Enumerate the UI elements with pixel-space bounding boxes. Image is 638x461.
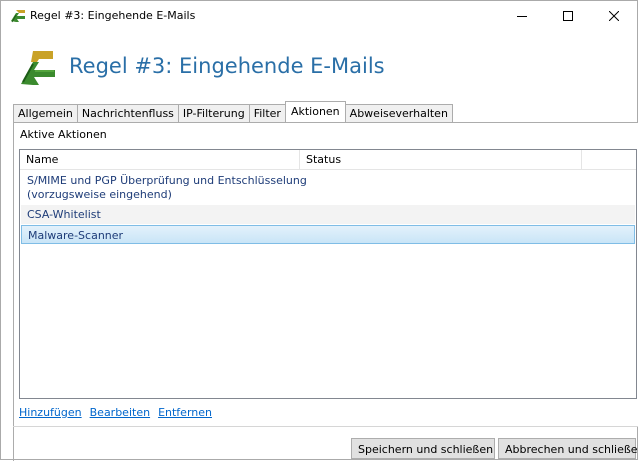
list-item-selected[interactable]: Malware-Scanner bbox=[21, 225, 635, 244]
tab-strip: Allgemein Nachrichtenfluss IP-Filterung … bbox=[13, 101, 453, 122]
section-label: Aktive Aktionen bbox=[20, 128, 107, 141]
close-icon bbox=[609, 11, 619, 21]
divider bbox=[13, 426, 638, 427]
tab-filter[interactable]: Filter bbox=[248, 104, 286, 122]
divider bbox=[13, 427, 14, 461]
tab-ip-filterung[interactable]: IP-Filterung bbox=[177, 104, 250, 122]
tab-nachrichtenfluss[interactable]: Nachrichtenfluss bbox=[76, 104, 179, 122]
tab-aktionen[interactable]: Aktionen bbox=[284, 101, 346, 122]
close-button[interactable] bbox=[591, 1, 637, 31]
remove-link[interactable]: Entfernen bbox=[158, 406, 212, 419]
maximize-icon bbox=[563, 11, 573, 21]
dialog-window: Regel #3: Eingehende E-Mails Regel #3: E… bbox=[0, 0, 638, 461]
action-links: Hinzufügen Bearbeiten Entfernen bbox=[19, 406, 212, 419]
list-item-name: Malware-Scanner bbox=[28, 229, 124, 242]
column-header-status[interactable]: Status bbox=[300, 150, 582, 169]
actions-list[interactable]: Name Status S/MIME und PGP Überprüfung u… bbox=[19, 149, 637, 399]
edit-link[interactable]: Bearbeiten bbox=[90, 406, 150, 419]
page-title: Regel #3: Eingehende E-Mails bbox=[69, 54, 385, 78]
tab-abweiseverhalten[interactable]: Abweiseverhalten bbox=[344, 104, 453, 122]
list-item[interactable]: CSA-Whitelist bbox=[21, 205, 635, 224]
rule-arrows-icon bbox=[10, 9, 26, 23]
list-item-name-line1: S/MIME und PGP Überprüfung und Entschlüs… bbox=[27, 174, 307, 187]
title-bar: Regel #3: Eingehende E-Mails bbox=[1, 1, 637, 31]
add-link[interactable]: Hinzufügen bbox=[19, 406, 82, 419]
rule-arrows-icon bbox=[17, 48, 57, 88]
minimize-button[interactable] bbox=[499, 1, 545, 31]
column-header-name[interactable]: Name bbox=[20, 150, 300, 169]
maximize-button[interactable] bbox=[545, 1, 591, 31]
window-title: Regel #3: Eingehende E-Mails bbox=[30, 9, 196, 22]
save-and-close-button[interactable]: Speichern und schließen bbox=[351, 438, 495, 459]
list-item[interactable]: S/MIME und PGP Überprüfung und Entschlüs… bbox=[21, 172, 635, 204]
list-item-name-line2: (vorzugsweise eingehend) bbox=[27, 188, 172, 201]
list-header: Name Status bbox=[20, 150, 636, 170]
cancel-and-close-button[interactable]: Abbrechen und schließen bbox=[498, 438, 638, 459]
list-item-name: CSA-Whitelist bbox=[27, 208, 101, 221]
tab-allgemein[interactable]: Allgemein bbox=[13, 104, 78, 122]
minimize-icon bbox=[517, 11, 527, 21]
column-header-filler bbox=[582, 150, 636, 169]
